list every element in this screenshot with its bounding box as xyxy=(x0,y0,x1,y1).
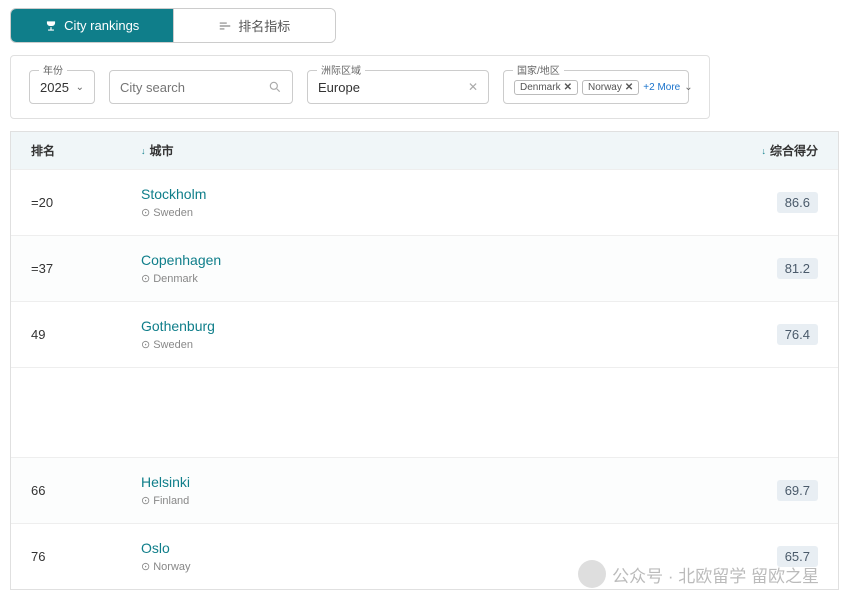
trophy-icon xyxy=(44,19,58,33)
score-cell: 86.6 xyxy=(748,192,818,213)
score-cell: 81.2 xyxy=(748,258,818,279)
score-badge: 76.4 xyxy=(777,324,818,345)
score-badge: 69.7 xyxy=(777,480,818,501)
remove-chip-icon[interactable]: ✕ xyxy=(564,82,572,93)
country-chip-norway[interactable]: Norway✕ xyxy=(582,80,639,95)
search-input[interactable] xyxy=(120,80,268,95)
score-cell: 69.7 xyxy=(748,480,818,501)
sort-icon: ↓ xyxy=(761,146,766,156)
score-badge: 65.7 xyxy=(777,546,818,567)
city-cell: Helsinki ⊙Finland xyxy=(141,474,748,507)
col-score[interactable]: ↓综合得分 xyxy=(728,142,818,159)
more-countries-link[interactable]: +2 More xyxy=(643,82,680,93)
col-city[interactable]: ↓城市 xyxy=(141,142,728,159)
score-badge: 81.2 xyxy=(777,258,818,279)
city-cell: Oslo ⊙Norway xyxy=(141,540,748,573)
country-chip-denmark[interactable]: Denmark✕ xyxy=(514,80,578,95)
pin-icon: ⊙ xyxy=(141,494,150,507)
country-label: ⊙Norway xyxy=(141,560,748,573)
search-icon xyxy=(268,80,282,94)
region-filter: 洲际区域 Europe ✕ xyxy=(307,70,489,104)
filters-panel: 年份 2025 ⌄ 洲际区域 Europe ✕ 国家/地区 Denmark✕ N… xyxy=(10,55,710,119)
city-cell: Gothenburg ⊙Sweden xyxy=(141,318,748,351)
pin-icon: ⊙ xyxy=(141,338,150,351)
country-label: 国家/地区 xyxy=(513,62,564,77)
pin-icon: ⊙ xyxy=(141,206,150,219)
tab-bar: City rankings 排名指标 xyxy=(10,8,336,43)
tab-label: 排名指标 xyxy=(238,16,290,35)
city-cell: Stockholm ⊙Sweden xyxy=(141,186,748,219)
pin-icon: ⊙ xyxy=(141,560,150,573)
country-label: ⊙Sweden xyxy=(141,338,748,351)
tab-city-rankings[interactable]: City rankings xyxy=(11,9,173,42)
city-cell: Copenhagen ⊙Denmark xyxy=(141,252,748,285)
table-row[interactable]: 76 Oslo ⊙Norway 65.7 xyxy=(11,523,838,589)
table-row[interactable]: =37 Copenhagen ⊙Denmark 81.2 xyxy=(11,235,838,301)
chevron-down-icon: ⌄ xyxy=(684,82,692,93)
rank-cell: 66 xyxy=(31,483,141,498)
city-link[interactable]: Copenhagen xyxy=(141,252,748,268)
year-value: 2025 xyxy=(40,80,69,95)
pin-icon: ⊙ xyxy=(141,272,150,285)
country-label: ⊙Denmark xyxy=(141,272,748,285)
year-filter: 年份 2025 ⌄ xyxy=(29,70,95,104)
country-label: ⊙Finland xyxy=(141,494,748,507)
chevron-down-icon: ⌄ xyxy=(76,82,84,93)
empty-spacer xyxy=(11,367,838,457)
year-label: 年份 xyxy=(39,62,67,77)
tab-indicators[interactable]: 排名指标 xyxy=(173,9,336,42)
clear-region-icon[interactable]: ✕ xyxy=(468,80,478,94)
rankings-table: 排名 ↓城市 ↓综合得分 =20 Stockholm ⊙Sweden 86.6 … xyxy=(10,131,839,590)
country-label: ⊙Sweden xyxy=(141,206,748,219)
table-row[interactable]: 66 Helsinki ⊙Finland 69.7 xyxy=(11,457,838,523)
tab-label: City rankings xyxy=(64,18,139,33)
rank-cell: 49 xyxy=(31,327,141,342)
remove-chip-icon[interactable]: ✕ xyxy=(625,82,633,93)
score-badge: 86.6 xyxy=(777,192,818,213)
country-filter: 国家/地区 Denmark✕ Norway✕ +2 More ⌄ xyxy=(503,70,689,104)
region-label: 洲际区域 xyxy=(317,62,365,77)
city-search-field[interactable] xyxy=(109,70,293,104)
city-link[interactable]: Helsinki xyxy=(141,474,748,490)
rank-cell: =20 xyxy=(31,195,141,210)
table-row[interactable]: =20 Stockholm ⊙Sweden 86.6 xyxy=(11,169,838,235)
city-link[interactable]: Stockholm xyxy=(141,186,748,202)
rank-cell: =37 xyxy=(31,261,141,276)
score-cell: 65.7 xyxy=(748,546,818,567)
score-cell: 76.4 xyxy=(748,324,818,345)
table-row[interactable]: 49 Gothenburg ⊙Sweden 76.4 xyxy=(11,301,838,367)
sort-icon: ↓ xyxy=(141,146,146,156)
rank-cell: 76 xyxy=(31,549,141,564)
table-header: 排名 ↓城市 ↓综合得分 xyxy=(11,132,838,169)
city-link[interactable]: Gothenburg xyxy=(141,318,748,334)
sliders-icon xyxy=(218,19,232,33)
city-link[interactable]: Oslo xyxy=(141,540,748,556)
region-value: Europe xyxy=(318,80,360,95)
col-rank[interactable]: 排名 xyxy=(31,142,141,159)
